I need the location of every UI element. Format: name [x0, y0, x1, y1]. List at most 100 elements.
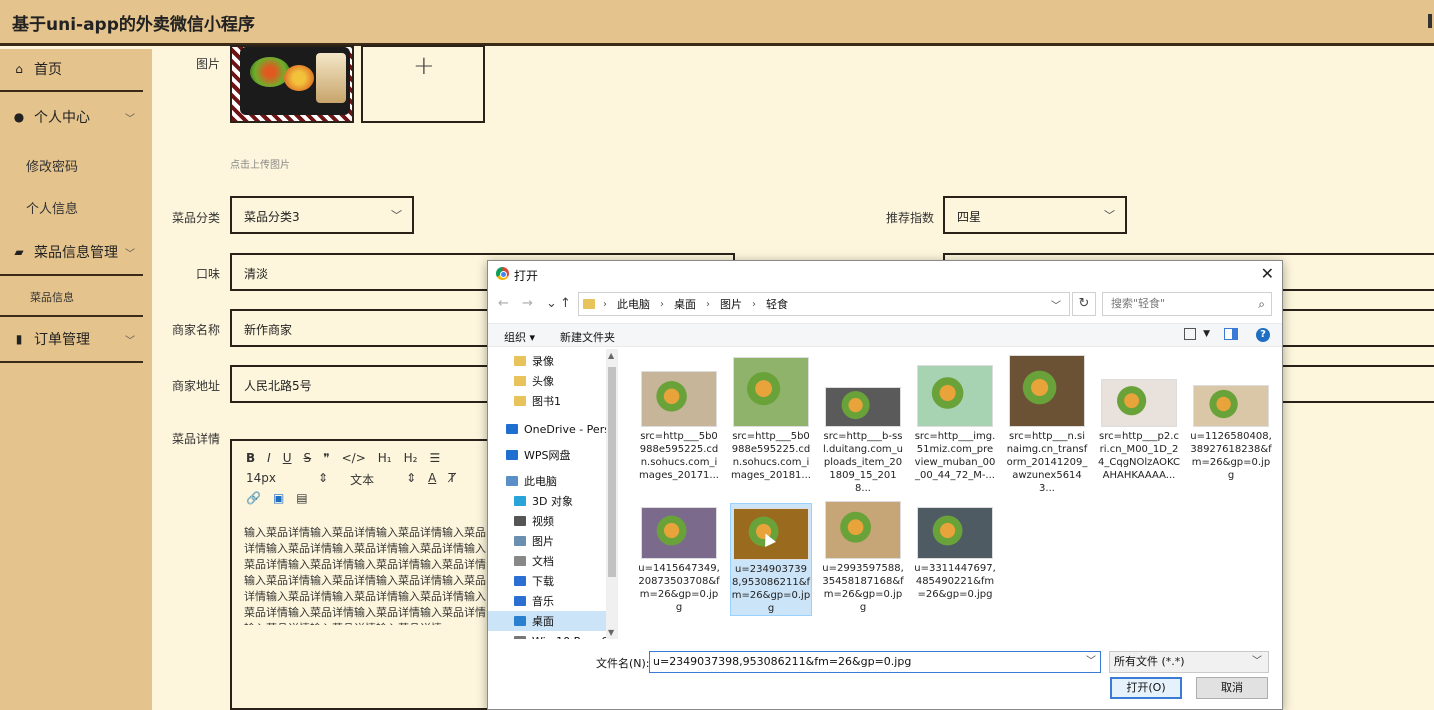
dropdown-icon[interactable]: ⌄	[546, 296, 557, 311]
file-name: u=2993597588,35458187168&fm=26&gp=0.jpg	[822, 563, 904, 613]
uploaded-image[interactable]	[230, 45, 354, 123]
italic-icon[interactable]: I	[267, 451, 271, 465]
folder-icon	[506, 424, 518, 434]
filetype-select[interactable]: 所有文件 (*.*) ﹀	[1109, 651, 1269, 673]
file-item[interactable]: src=http___p2.cri.cn_M00_1D_24_CqgNOlzAO…	[1098, 355, 1180, 482]
sidebar-item-personal-info[interactable]: 个人信息	[26, 198, 78, 217]
breadcrumb-item[interactable]: 图片	[720, 296, 742, 312]
category-value: 菜品分类3	[244, 210, 300, 224]
search-icon: ⌕	[1258, 297, 1265, 311]
tree-item[interactable]: 此电脑	[488, 471, 606, 491]
sidebar: ⌂ 首页 ● 个人中心 ﹀ 修改密码 个人信息 ▰ 菜品信息管理 ﹀ 菜品信息 …	[0, 49, 152, 710]
font-size-select[interactable]: 14px	[246, 471, 276, 488]
code-icon[interactable]: </>	[342, 451, 366, 465]
chevron-down-icon[interactable]: ﹀	[1051, 297, 1061, 312]
bold-icon[interactable]: B	[246, 451, 255, 465]
tree-item[interactable]: OneDrive - Personal	[488, 419, 606, 439]
refresh-icon[interactable]: ↻	[1072, 292, 1096, 316]
tree-item[interactable]: WPS网盘	[488, 445, 606, 465]
video-icon[interactable]: ▤	[296, 491, 307, 505]
tree-item[interactable]: 图片	[488, 531, 606, 551]
view-icon[interactable]	[1184, 328, 1196, 340]
breadcrumb-item[interactable]: 此电脑	[617, 296, 650, 312]
tree-item[interactable]: 文档	[488, 551, 606, 571]
image-icon[interactable]: ▣	[273, 491, 284, 505]
folder-icon	[514, 556, 526, 566]
add-image-button[interactable]: +	[361, 45, 485, 123]
file-item[interactable]: src=http___b-ssl.duitang.com_uploads_ite…	[822, 355, 904, 495]
sidebar-divider	[0, 274, 143, 276]
strike-icon[interactable]: S	[304, 451, 312, 465]
sidebar-item-personal-center[interactable]: ● 个人中心 ﹀	[0, 107, 143, 127]
stepper-icon[interactable]: ⇕	[318, 471, 328, 488]
preview-pane-icon[interactable]	[1224, 328, 1238, 340]
tree-item[interactable]: 头像	[488, 371, 606, 391]
category-select[interactable]: 菜品分类3 ﹀	[230, 196, 414, 234]
user-icon: ●	[13, 110, 25, 124]
tree-item[interactable]: 3D 对象	[488, 491, 606, 511]
file-item[interactable]: src=http___img.51miz.com_preview_muban_0…	[914, 355, 996, 482]
breadcrumb-item[interactable]: 桌面	[674, 296, 696, 312]
scroll-up-icon[interactable]: ▲	[608, 351, 614, 360]
file-item[interactable]: src=http___5b0988e595225.cdn.sohucs.com_…	[730, 355, 812, 482]
open-button[interactable]: 打开(O)	[1110, 677, 1182, 699]
recommend-select[interactable]: 四星 ﹀	[943, 196, 1127, 234]
text-style-select[interactable]: 文本	[350, 471, 374, 488]
link-icon[interactable]: 🔗	[246, 491, 261, 505]
tree-item-label: 下载	[532, 575, 554, 588]
quote-icon[interactable]: ❞	[323, 451, 329, 465]
rich-text-editor[interactable]: B I U S ❞ </> H₁ H₂ ☰ 14px ⇕ 文本 ⇕ A Ⱦ 🔗 …	[230, 439, 490, 710]
file-item[interactable]: src=http___5b0988e595225.cdn.sohucs.com_…	[638, 355, 720, 482]
tree-item[interactable]: 录像	[488, 351, 606, 371]
file-item[interactable]: src=http___n.sinaimg.cn_transform_201412…	[1006, 355, 1088, 495]
clear-format-icon[interactable]: Ⱦ	[448, 471, 455, 488]
filename-input[interactable]: u=2349037398,953086211&fm=26&gp=0.jpg ﹀	[649, 651, 1101, 673]
cancel-button[interactable]: 取消	[1196, 677, 1268, 699]
h2-icon[interactable]: H₂	[404, 451, 418, 465]
chevron-down-icon[interactable]: ▼	[1203, 329, 1210, 339]
file-item[interactable]: u=2993597588,35458187168&fm=26&gp=0.jpg	[822, 501, 904, 614]
scroll-thumb[interactable]	[608, 367, 616, 577]
h1-icon[interactable]: H₁	[378, 451, 392, 465]
font-color-icon[interactable]: A	[428, 471, 436, 488]
tree-item[interactable]: 视频	[488, 511, 606, 531]
sidebar-item-order-management[interactable]: ▮ 订单管理 ﹀	[0, 329, 143, 349]
back-arrow-icon[interactable]: ←	[498, 296, 509, 311]
file-grid: src=http___5b0988e595225.cdn.sohucs.com_…	[628, 355, 1278, 635]
sidebar-item-home[interactable]: ⌂ 首页	[0, 59, 143, 79]
tree-item-label: Win 10 Pro x64	[532, 635, 606, 640]
search-input[interactable]: 搜索"轻食" ⌕	[1102, 292, 1272, 316]
sidebar-item-change-password[interactable]: 修改密码	[26, 156, 78, 175]
sidebar-item-dish-info[interactable]: 菜品信息	[30, 289, 74, 305]
close-icon[interactable]: ✕	[1261, 264, 1274, 283]
tree-item[interactable]: 下载	[488, 571, 606, 591]
editor-content[interactable]: 输入菜品详情输入菜品详情输入菜品详情输入菜品详情输入菜品详情输入菜品详情输入菜品…	[244, 525, 490, 625]
forward-arrow-icon[interactable]: →	[522, 296, 533, 311]
chevron-down-icon: ﹀	[125, 113, 135, 125]
tree-item[interactable]: Win 10 Pro x64	[488, 631, 606, 639]
stepper-icon[interactable]: ⇕	[406, 471, 416, 488]
ordered-list-icon[interactable]: ☰	[429, 451, 440, 465]
breadcrumb-item[interactable]: 轻食	[766, 296, 788, 312]
up-arrow-icon[interactable]: ↑	[560, 296, 571, 311]
address-bar[interactable]: › 此电脑 › 桌面 › 图片 › 轻食 ﹀	[578, 292, 1070, 316]
tree-item-label: 音乐	[532, 595, 554, 608]
merchant-address-label: 商家地址	[171, 379, 220, 393]
chevron-down-icon: ﹀	[125, 335, 135, 347]
chevron-down-icon[interactable]: ﹀	[1086, 652, 1096, 672]
scroll-down-icon[interactable]: ▼	[608, 628, 614, 637]
underline-icon[interactable]: U	[283, 451, 292, 465]
sidebar-item-dish-management[interactable]: ▰ 菜品信息管理 ﹀	[0, 242, 143, 262]
help-icon[interactable]: ?	[1256, 328, 1270, 342]
address-row: ← → ⌄ ↑ › 此电脑 › 桌面 › 图片 › 轻食 ﹀ ↻ 搜索"轻食" …	[488, 291, 1282, 317]
file-item[interactable]: u=3311447697,485490221&fm=26&gp=0.jpg	[914, 503, 996, 601]
tree-item[interactable]: 桌面	[488, 611, 606, 631]
file-item[interactable]: u=2349037398,953086211&fm=26&gp=0.jpg	[730, 503, 812, 616]
tree-item[interactable]: 音乐	[488, 591, 606, 611]
organize-button[interactable]: 组织 ▾	[504, 329, 535, 345]
file-item[interactable]: u=1126580408,38927618238&fm=26&gp=0.jpg	[1190, 355, 1272, 482]
tree-item[interactable]: 图书1	[488, 391, 606, 411]
tree-scrollbar[interactable]: ▲ ▼	[606, 349, 618, 639]
new-folder-button[interactable]: 新建文件夹	[560, 329, 615, 345]
file-item[interactable]: u=1415647349,20873503708&fm=26&gp=0.jpg	[638, 503, 720, 614]
